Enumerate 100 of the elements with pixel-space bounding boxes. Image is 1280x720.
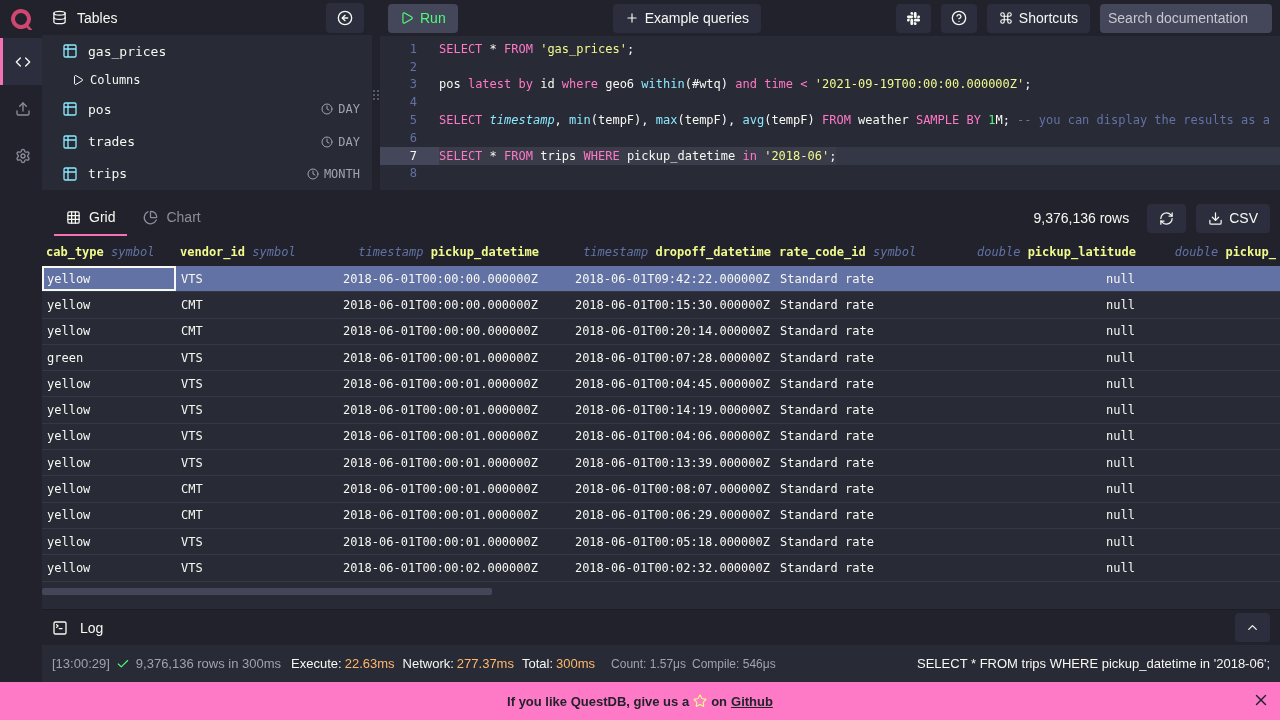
database-icon [52, 10, 67, 26]
table-cell-text: null [1105, 428, 1136, 446]
table-cell-text: Standard rate [779, 533, 875, 551]
table-cell-text: CMT [180, 296, 204, 314]
table-cell-text: Standard rate [779, 559, 875, 577]
code-line[interactable]: pos latest by id where geo6 within(#wtq) and time < '2021-09-19T00:00:00.000000Z'; [439, 75, 1032, 94]
table-cell-text: 2018-06-01T00:00:01.000000Z [341, 533, 539, 551]
table-cell-text: yellow [46, 507, 92, 525]
table-cell-text: yellow [46, 481, 92, 498]
scrollbar[interactable] [42, 587, 492, 595]
table-cell-text: 2018-06-01T00:20:14.000000Z [573, 323, 771, 341]
table-name[interactable]: trades [88, 134, 135, 149]
table-cell-text: Standard rate [779, 402, 875, 420]
shortcuts-button[interactable]: Shortcuts [986, 3, 1090, 33]
collapse-button[interactable] [326, 2, 364, 33]
clock-icon [321, 103, 334, 116]
code-line[interactable]: SELECT timestamp, min(tempF), max(tempF), avg(tempF) FROM weather SAMPLE BY 1M; -- you can display the results as a [439, 111, 1270, 129]
table-row[interactable]: yellow CMT 2018-06-01T00:00:01.000000Z 2018-06-01T00:06:29.000000Z Standard rate null [42, 502, 1280, 529]
run-button[interactable]: Run [388, 3, 458, 33]
table-row[interactable]: yellow VTS 2018-06-01T00:00:00.000000Z 2018-06-01T09:42:22.000000Z Standard rate null [42, 266, 1280, 293]
timing-label: Network: [402, 656, 454, 671]
example-queries-button[interactable]: Example queries [612, 3, 761, 33]
github-link[interactable]: Github [731, 693, 773, 709]
table-cell-text: yellow [46, 402, 92, 420]
code-line[interactable]: SELECT * FROM 'gas_prices'; [439, 40, 635, 58]
help-icon [950, 10, 967, 26]
table-cell-text: green [46, 349, 85, 367]
csv-button[interactable]: CSV [1196, 203, 1270, 233]
table-cell-text: 2018-06-01T00:00:00.000000Z [341, 323, 539, 341]
table-row[interactable]: yellow CMT 2018-06-01T00:00:01.000000Z 2018-06-01T00:08:07.000000Z Standard rate null [42, 476, 1280, 503]
drag-handle-icon[interactable] [373, 90, 379, 100]
line-number: 3 [408, 76, 418, 94]
table-cell-text: 2018-06-01T00:07:28.000000Z [573, 349, 771, 367]
partition-label: DAY [338, 134, 360, 149]
table-icon [62, 165, 78, 182]
table-cell-text: yellow [46, 533, 92, 551]
table-cell-text: Standard rate [779, 296, 875, 314]
logo-icon [9, 7, 33, 31]
tree-item[interactable]: Columns [90, 73, 141, 88]
slack-button[interactable] [895, 3, 931, 33]
table-name[interactable]: gas_prices [88, 43, 167, 59]
results-tab[interactable]: Chart [131, 200, 213, 236]
table-row[interactable]: yellow VTS 2018-06-01T00:00:01.000000Z 2018-06-01T00:13:39.000000Z Standard rate null [42, 450, 1280, 477]
table-cell-text: Standard rate [779, 270, 875, 288]
table-name[interactable]: trips [88, 166, 128, 182]
table-row[interactable]: yellow CMT 2018-06-01T00:00:00.000000Z 2018-06-01T00:15:30.000000Z Standard rate null [42, 292, 1280, 319]
table-cell-text: null [1105, 533, 1136, 551]
clock-icon [306, 167, 319, 180]
table-cell-text: 2018-06-01T00:00:00.000000Z [341, 296, 539, 314]
log-time: [13:00:29] [52, 656, 110, 671]
column-header: vendor_id symbol [179, 244, 296, 260]
grid-icon [66, 209, 81, 225]
table-cell-text: 2018-06-01T00:00:01.000000Z [341, 507, 539, 525]
table-cell-text: yellow [46, 559, 92, 577]
table-row[interactable]: yellow VTS 2018-06-01T00:00:01.000000Z 2018-06-01T00:14:19.000000Z Standard rate null [42, 397, 1280, 424]
arrow-left-icon [337, 9, 353, 26]
table-name[interactable]: pos [88, 101, 112, 117]
table-cell-text: null [1105, 454, 1136, 472]
nav-button[interactable] [0, 38, 42, 85]
log-summary: 9,376,136 rows in 300ms [135, 656, 282, 671]
table-cell-text: null [1105, 559, 1136, 577]
line-number: 6 [408, 129, 418, 147]
table-cell-text: VTS [180, 428, 204, 446]
table-cell-text: null [1105, 349, 1136, 367]
table-cell-text: 2018-06-01T00:14:19.000000Z [573, 402, 771, 420]
table-row[interactable]: green VTS 2018-06-01T00:00:01.000000Z 2018-06-01T00:07:28.000000Z Standard rate null [42, 344, 1280, 372]
table-cell: yellow [42, 266, 176, 292]
table-cell-text: 2018-06-01T00:00:01.000000Z [341, 349, 539, 367]
table-row[interactable]: yellow CMT 2018-06-01T00:00:00.000000Z 2018-06-01T00:20:14.000000Z Standard rate null [42, 318, 1280, 345]
table-cell-text: null [1105, 507, 1136, 525]
timing-label: Execute: [291, 656, 342, 671]
table-cell-text: 2018-06-01T00:02:32.000000Z [573, 559, 771, 577]
table-row[interactable]: yellow VTS 2018-06-01T00:00:02.000000Z 2018-06-01T00:02:32.000000Z Standard rate null [42, 555, 1280, 582]
plus-icon [624, 11, 639, 25]
table-cell-text: VTS [180, 454, 204, 472]
timing-detail: Count: 1.57μs [611, 656, 687, 671]
table-row[interactable]: yellow VTS 2018-06-01T00:00:01.000000Z 2018-06-01T00:04:45.000000Z Standard rate null [42, 371, 1280, 398]
table-cell-text: CMT [180, 481, 204, 498]
table-cell-text: 2018-06-01T00:06:29.000000Z [573, 507, 771, 525]
table-cell-text: 2018-06-01T00:00:01.000000Z [341, 375, 539, 393]
table-cell-text: yellow [46, 454, 92, 472]
search-field[interactable]: Search documentation [1100, 3, 1272, 33]
table-cell-text: VTS [180, 375, 204, 393]
table-cell-text: null [1105, 323, 1136, 341]
table-cell-text: CMT [180, 507, 204, 525]
table-cell-text: yellow [46, 428, 92, 446]
refresh-button[interactable] [1147, 203, 1187, 233]
help-button[interactable] [940, 3, 977, 33]
table-cell-text: 2018-06-01T09:42:22.000000Z [573, 270, 771, 288]
table-cell-text: Standard rate [779, 454, 875, 472]
caret-icon[interactable] [72, 74, 84, 87]
table-cell-text: yellow [46, 323, 92, 341]
sidebar-title: Tables [77, 9, 118, 26]
table-icon [62, 101, 78, 118]
table-row[interactable]: yellow VTS 2018-06-01T00:00:01.000000Z 2018-06-01T00:04:06.000000Z Standard rate null [42, 423, 1280, 451]
table-cell-text: VTS [180, 559, 204, 577]
table-row[interactable]: yellow VTS 2018-06-01T00:00:01.000000Z 2018-06-01T00:05:18.000000Z Standard rate null [42, 528, 1280, 556]
table-cell-text: CMT [180, 323, 204, 341]
table-cell-text: VTS [180, 402, 204, 420]
row-count: 9,376,136 rows [1033, 210, 1130, 226]
